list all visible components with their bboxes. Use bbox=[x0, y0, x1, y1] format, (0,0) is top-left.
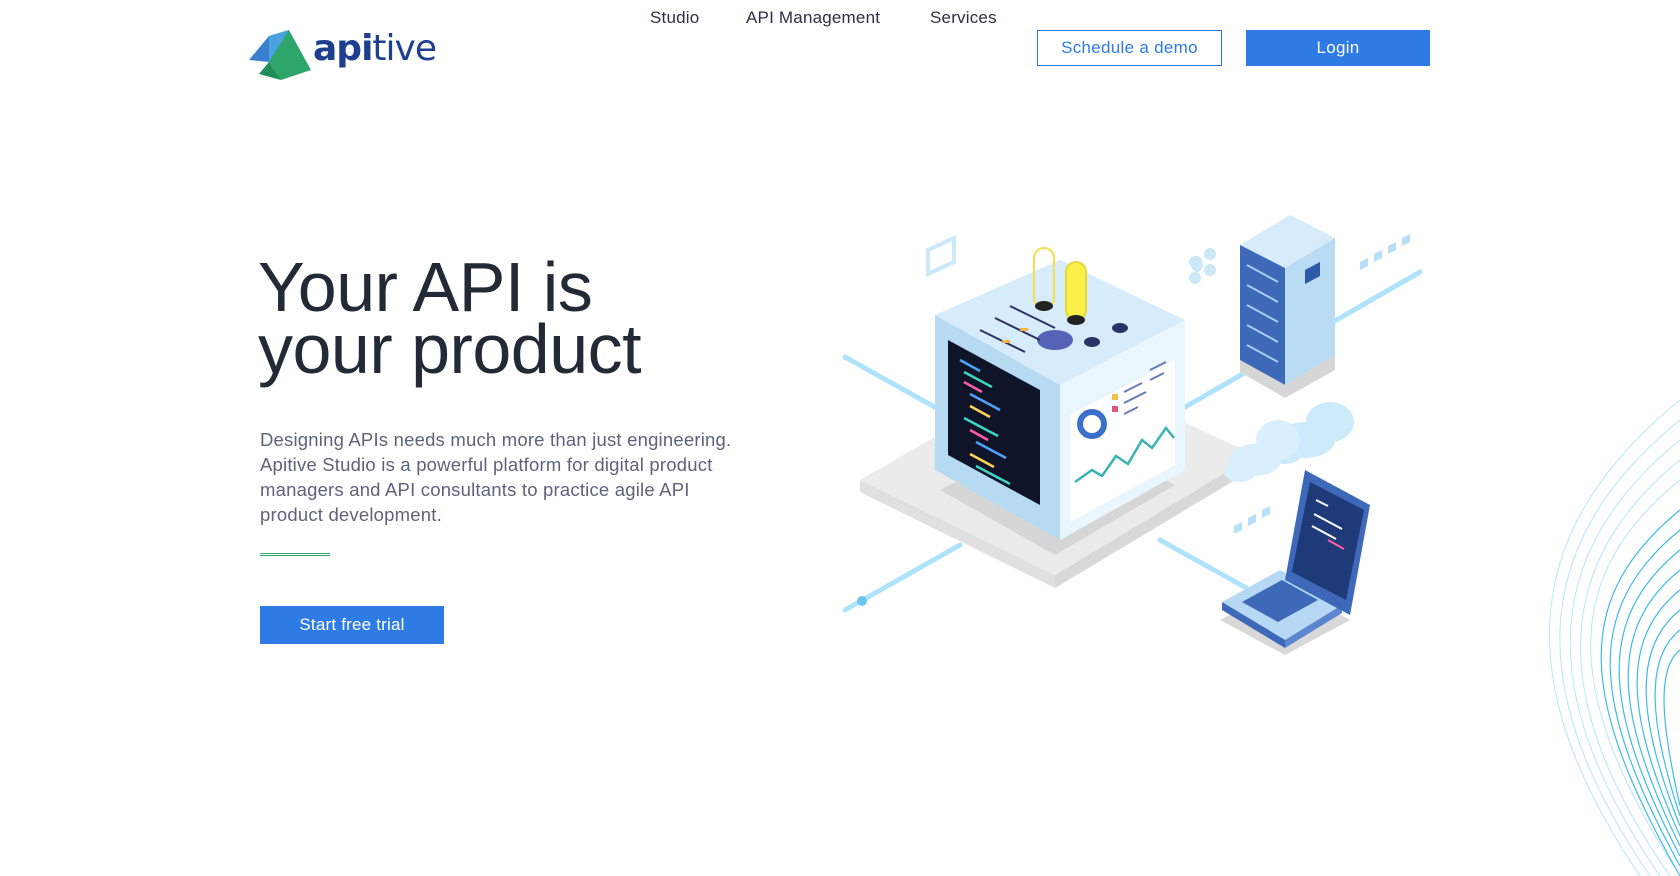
nav-services[interactable]: Services bbox=[930, 0, 997, 36]
nav-api-management[interactable]: API Management bbox=[746, 0, 880, 36]
apitive-logo[interactable]: apitive bbox=[249, 22, 439, 80]
hero-title-line-2: your product bbox=[258, 310, 642, 388]
schedule-demo-button[interactable]: Schedule a demo bbox=[1037, 30, 1222, 66]
isometric-api-studio-illustration bbox=[842, 215, 1423, 655]
logo-wordmark: apitive bbox=[313, 27, 437, 69]
decorative-wave-lines bbox=[1548, 400, 1680, 876]
server-rack-icon bbox=[1240, 215, 1335, 398]
start-free-trial-button[interactable]: Start free trial bbox=[260, 606, 444, 644]
nav-studio[interactable]: Studio bbox=[650, 0, 699, 36]
site-header: apitive Studio API Management Services S… bbox=[0, 0, 1680, 96]
apitive-logo-icon bbox=[249, 30, 311, 80]
hero-divider bbox=[260, 553, 330, 556]
hero-title-line-1: Your API is bbox=[258, 248, 593, 326]
hero-description: Designing APIs needs much more than just… bbox=[260, 429, 732, 525]
hero-title: Your API is your product bbox=[258, 248, 778, 388]
laptop-icon bbox=[1220, 470, 1370, 655]
login-button[interactable]: Login bbox=[1246, 30, 1430, 66]
